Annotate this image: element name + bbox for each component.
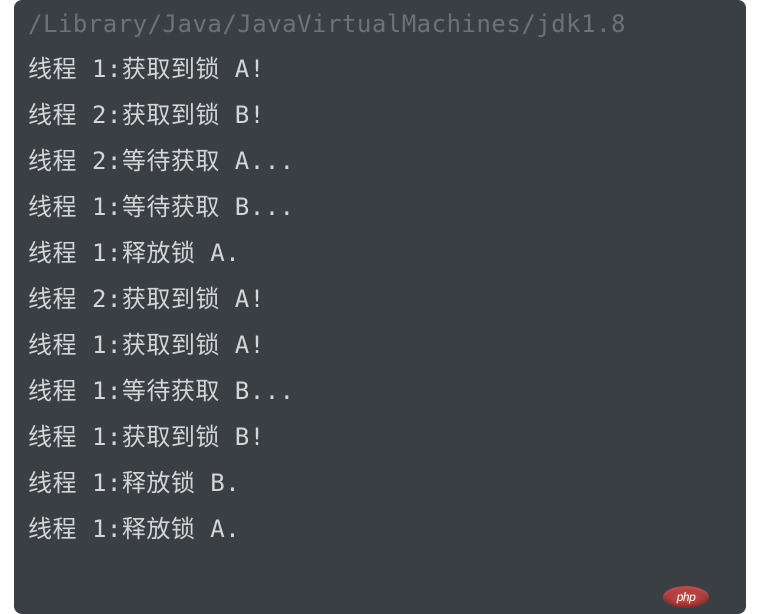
log-line: 线程 1:等待获取 B... [28, 368, 746, 414]
log-line: 线程 1:释放锁 B. [28, 460, 746, 506]
log-line: 线程 1:获取到锁 A! [28, 322, 746, 368]
path-header: /Library/Java/JavaVirtualMachines/jdk1.8 [28, 10, 746, 38]
log-line: 线程 2:获取到锁 A! [28, 276, 746, 322]
log-line: 线程 1:释放锁 A. [28, 230, 746, 276]
log-line: 线程 2:等待获取 A... [28, 138, 746, 184]
log-line: 线程 2:获取到锁 B! [28, 92, 746, 138]
log-line: 线程 1:获取到锁 A! [28, 46, 746, 92]
watermark-logo: php [663, 586, 709, 608]
log-line: 线程 1:释放锁 A. [28, 506, 746, 552]
log-line: 线程 1:获取到锁 B! [28, 414, 746, 460]
log-line: 线程 1:等待获取 B... [28, 184, 746, 230]
terminal-window: /Library/Java/JavaVirtualMachines/jdk1.8… [14, 0, 746, 614]
